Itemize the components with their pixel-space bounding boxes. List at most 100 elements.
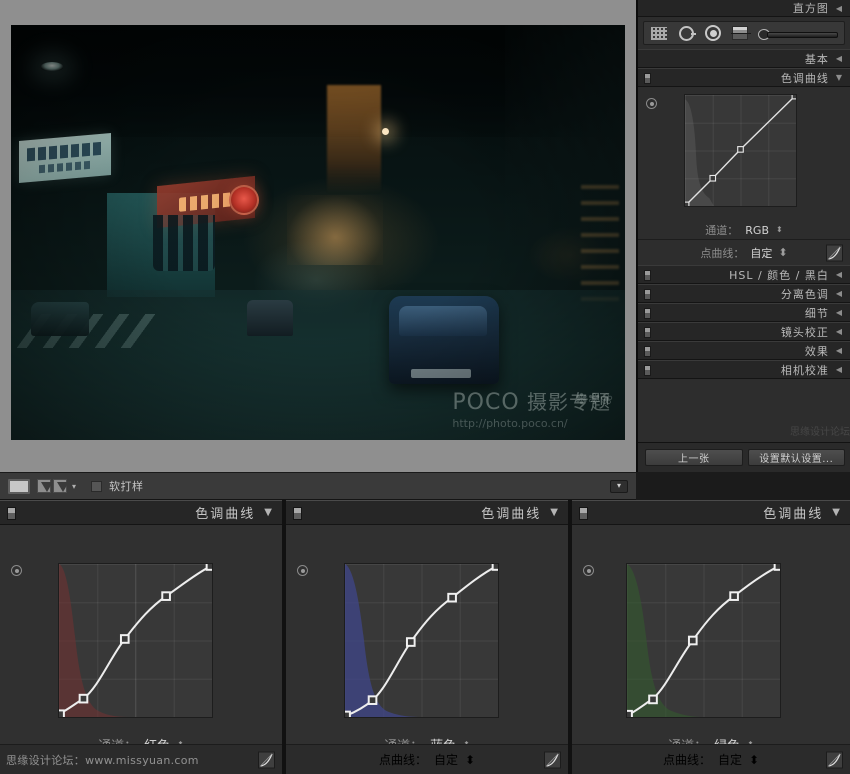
panel-header-split-toning[interactable]: 分离色调 ◀ — [638, 284, 850, 303]
panel-switch-toggle[interactable] — [7, 507, 16, 520]
tone-curve-footer-blue: 点曲线： 自定 ⬍ — [286, 744, 568, 774]
reset-defaults-button[interactable]: 设置默认设置... — [747, 449, 845, 466]
panel-title-detail: 细节 — [804, 306, 829, 320]
tone-curve-channel-row-rgb[interactable]: 通道： RGB ⬍ — [638, 222, 850, 238]
red-eye-correction-tool-button[interactable] — [702, 24, 724, 42]
panel-header-hsl[interactable]: HSL / 颜色 / 黑白 ◀ — [638, 265, 850, 284]
chevron-left-icon: ◀ — [835, 307, 842, 317]
chevron-left-icon: ◀ — [835, 364, 842, 374]
chevron-left-icon: ◀ — [835, 288, 842, 298]
panel-title-effects: 效果 — [804, 344, 829, 358]
point-curve-label: 点曲线： — [662, 753, 711, 767]
tone-curve-footer-red: 思缘设计论坛：www.missyuan.com — [0, 744, 282, 774]
panel-title-tone-curve-blue: 色调曲线 — [481, 507, 542, 522]
image-viewer: ✽✾❀ POCO 摄影专题 http://photo.poco.cn/ — [0, 0, 636, 472]
tone-curve-body-blue: 通道： 蓝色 ⬍ — [286, 525, 568, 754]
curve-line-rgb — [685, 95, 796, 206]
panel-header-tone-curve-red[interactable]: 色调曲线 ▼ — [0, 501, 282, 525]
adjustment-brush-tool-button[interactable] — [758, 28, 840, 40]
spinner-icon[interactable]: ⬍ — [749, 753, 759, 767]
curve-line-red — [59, 564, 212, 717]
chevron-left-icon: ◀ — [835, 53, 842, 63]
panel-switch-toggle[interactable] — [644, 365, 651, 376]
point-curve-edit-toggle[interactable] — [826, 751, 843, 768]
top-area: ✽✾❀ POCO 摄影专题 http://photo.poco.cn/ 直方图 … — [0, 0, 850, 472]
panel-title-histogram: 直方图 — [792, 2, 829, 15]
previous-button[interactable]: 上一张 — [645, 449, 743, 466]
loupe-view-button[interactable] — [8, 478, 30, 494]
chevron-left-icon: ◀ — [835, 3, 842, 13]
tone-curve-body-red: 通道： 红色 ⬍ — [0, 525, 282, 754]
tone-curve-body-green: 通道： 绿色 ⬍ — [572, 525, 850, 754]
target-adjustment-tool-button[interactable] — [297, 565, 308, 576]
target-adjustment-tool-button[interactable] — [11, 565, 22, 576]
target-adjustment-tool-button[interactable] — [646, 98, 657, 109]
point-curve-value-blue[interactable]: 自定 — [434, 751, 458, 768]
chevron-down-icon: ▾ — [616, 481, 621, 490]
flag-pick-icon — [37, 479, 51, 493]
spinner-icon[interactable]: ⬍ — [778, 246, 787, 259]
chevron-down-icon[interactable]: ▾ — [72, 482, 76, 491]
point-curve-edit-toggle[interactable] — [258, 751, 275, 768]
panel-header-detail[interactable]: 细节 ◀ — [638, 303, 850, 322]
panel-header-tone-curve-blue[interactable]: 色调曲线 ▼ — [286, 501, 568, 525]
panel-title-split-toning: 分离色调 — [780, 287, 829, 301]
panel-header-basic[interactable]: 基本 ◀ — [638, 49, 850, 68]
panel-switch-toggle[interactable] — [644, 270, 651, 281]
graduated-filter-icon — [731, 26, 751, 40]
panel-header-tone-curve-green[interactable]: 色调曲线 ▼ — [572, 501, 850, 525]
spinner-icon[interactable]: ⬍ — [465, 753, 475, 767]
forum-watermark: 思缘设计论坛：www.missyuan.com — [6, 753, 199, 767]
tone-curve-panel-green: 色调曲线 ▼ 点曲线： 自定 ⬍ — [572, 500, 850, 774]
lightroom-develop-window: ✽✾❀ POCO 摄影专题 http://photo.poco.cn/ 直方图 … — [0, 0, 850, 774]
panel-header-histogram[interactable]: 直方图 ◀ — [638, 0, 850, 17]
develop-tool-strip — [643, 21, 845, 45]
chevron-left-icon: ◀ — [835, 345, 842, 355]
panel-switch-toggle[interactable] — [644, 346, 651, 357]
point-curve-edit-toggle[interactable] — [544, 751, 561, 768]
chevron-left-icon: ◀ — [835, 269, 842, 279]
point-curve-value-green[interactable]: 自定 — [718, 751, 742, 768]
spot-removal-tool-button[interactable] — [675, 24, 697, 42]
panel-switch-toggle[interactable] — [644, 289, 651, 300]
tone-curve-graph-blue[interactable] — [344, 563, 499, 718]
chevron-down-icon: ▼ — [264, 506, 272, 518]
chevron-down-icon: ▼ — [835, 72, 842, 82]
soft-proof-label: 软打样 — [109, 480, 144, 493]
right-panel-watermark: 思缘设计论坛 — [790, 427, 850, 438]
toolbar-gap — [636, 472, 850, 500]
soft-proof-checkbox[interactable] — [91, 480, 103, 492]
photo-frame[interactable]: ✽✾❀ POCO 摄影专题 http://photo.poco.cn/ — [11, 25, 625, 440]
panel-title-tone-curve: 色调曲线 — [780, 71, 829, 85]
panel-header-tone-curve[interactable]: 色调曲线 ▼ — [638, 68, 850, 87]
panel-switch-toggle[interactable] — [293, 507, 302, 520]
panel-header-lens-correction[interactable]: 镜头校正 ◀ — [638, 322, 850, 341]
tone-curve-graph-green[interactable] — [626, 563, 781, 718]
target-adjustment-tool-button[interactable] — [583, 565, 594, 576]
point-curve-label: 点曲线： — [700, 246, 745, 260]
spot-removal-icon — [678, 25, 696, 41]
channel-value-rgb[interactable]: RGB — [745, 224, 769, 237]
panel-switch-toggle[interactable] — [579, 507, 588, 520]
panel-title-tone-curve-red: 色调曲线 — [195, 507, 256, 522]
crop-overlay-tool-button[interactable] — [648, 24, 670, 42]
tone-curve-graph-red[interactable] — [58, 563, 213, 718]
panel-title-basic: 基本 — [804, 52, 829, 66]
chevron-left-icon: ◀ — [835, 326, 842, 336]
panel-switch-toggle[interactable] — [644, 73, 651, 84]
graduated-filter-tool-button[interactable] — [729, 24, 751, 42]
panel-title-lens-correction: 镜头校正 — [780, 325, 829, 339]
panel-switch-toggle[interactable] — [644, 327, 651, 338]
panel-header-effects[interactable]: 效果 ◀ — [638, 341, 850, 360]
panel-switch-toggle[interactable] — [644, 308, 651, 319]
panel-title-camera-calibration: 相机校准 — [780, 363, 829, 377]
tone-curve-graph-rgb[interactable] — [684, 94, 797, 207]
tone-curve-footer-green: 点曲线： 自定 ⬍ — [572, 744, 850, 774]
point-curve-edit-toggle[interactable] — [826, 244, 843, 261]
curve-line-blue — [345, 564, 498, 717]
flag-filter-group[interactable] — [37, 479, 67, 493]
panel-header-camera-calibration[interactable]: 相机校准 ◀ — [638, 360, 850, 379]
toolbar-collapse-button[interactable]: ▾ — [610, 479, 628, 493]
point-curve-value[interactable]: 自定 — [750, 245, 772, 261]
spinner-icon[interactable]: ⬍ — [776, 226, 783, 234]
